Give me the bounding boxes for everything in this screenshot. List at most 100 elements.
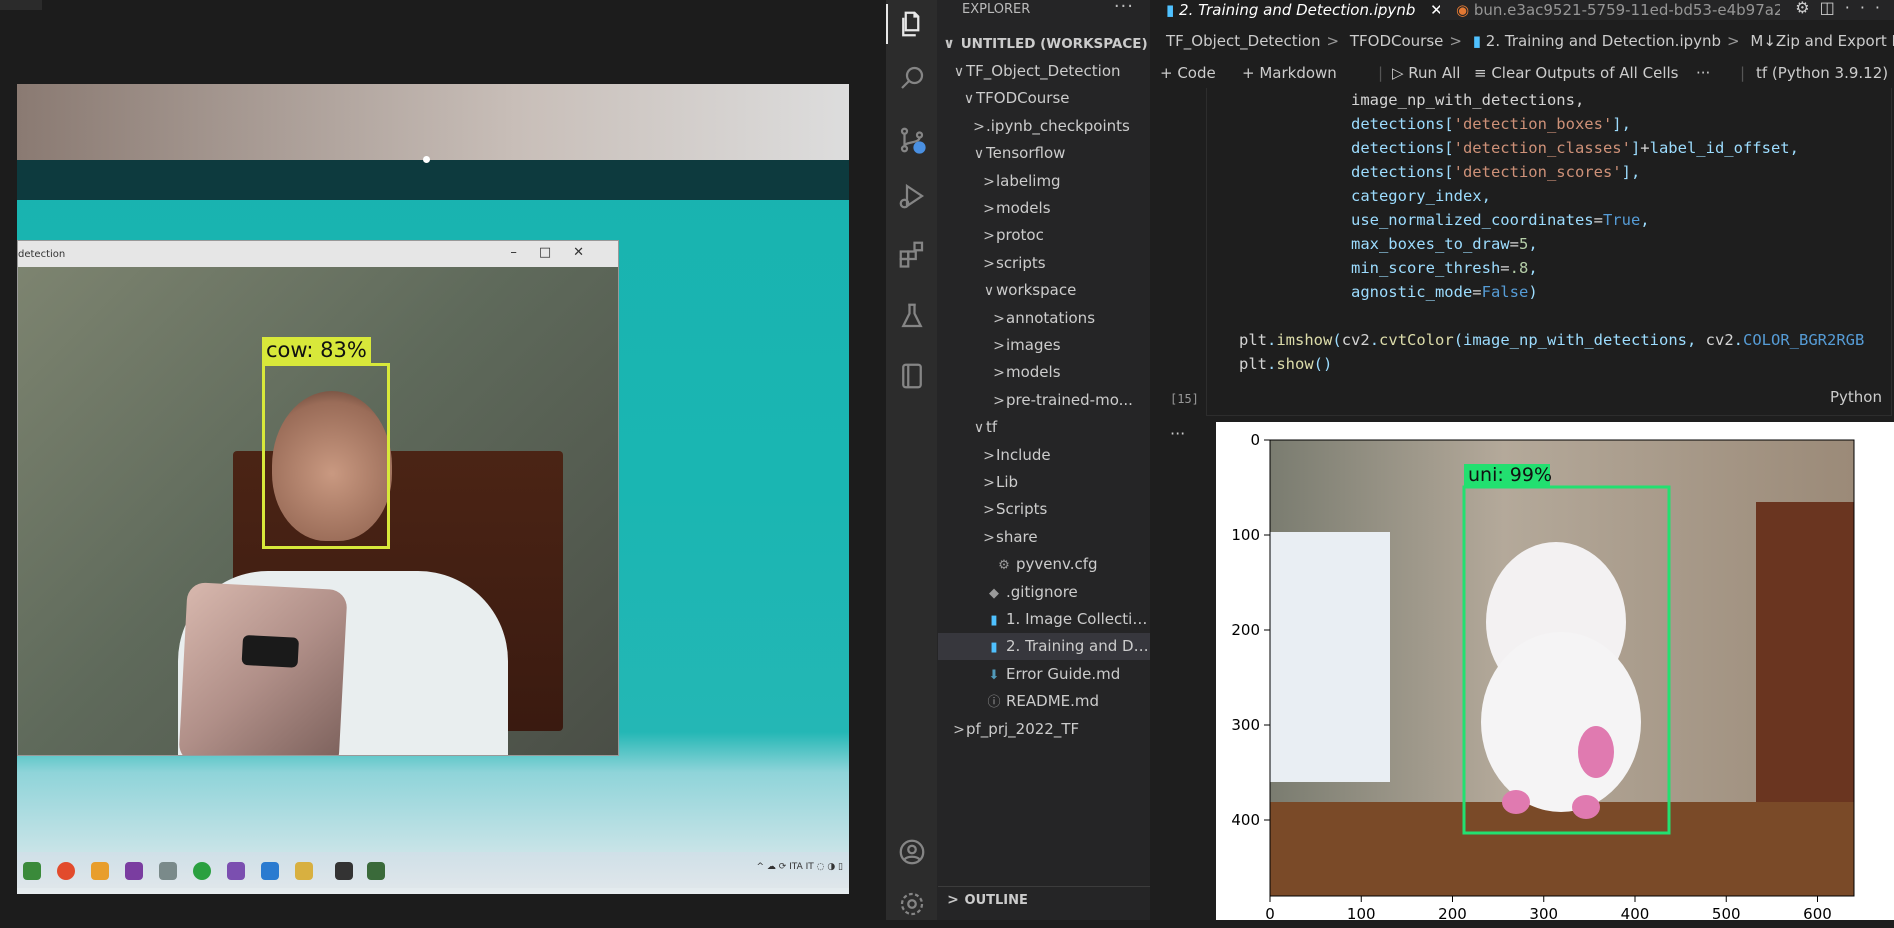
breadcrumb: TF_Object_Detection > TFODCourse > ▮ 2. Tr…	[1166, 32, 1894, 50]
taskbar-app-icon	[23, 862, 41, 880]
chevron-right-icon: >	[947, 892, 959, 908]
extensions-icon[interactable]	[886, 230, 938, 278]
y-tick-label: 0	[1250, 431, 1260, 449]
webcam-light	[423, 156, 430, 163]
camera-window-titlebar: detection –□✕	[18, 241, 618, 267]
tree-item-label: models	[996, 199, 1051, 217]
matplotlib-output: uni: 99% 0 100 200 300 400 500 600 0 100 200 300 4…	[1216, 422, 1894, 920]
taskbar-app-icon	[159, 862, 177, 880]
tree-item[interactable]: >labelimg	[938, 168, 1150, 195]
chevron-right-icon: >	[993, 392, 1005, 409]
chevron-right-icon: >	[983, 502, 995, 519]
tree-item[interactable]: ∨ TFODCourse	[938, 85, 1150, 112]
file-icon: ⓘ	[987, 695, 1001, 711]
chevron-down-icon: ∨	[953, 64, 965, 80]
run-debug-icon[interactable]	[886, 172, 938, 220]
source-control-icon[interactable]	[886, 116, 938, 164]
tree-item-label: scripts	[996, 253, 1046, 272]
tree-item[interactable]: >share	[938, 524, 1150, 551]
tree-item-label: annotations	[1006, 308, 1096, 327]
x-tick-label: 600	[1803, 905, 1832, 920]
add-markdown-cell-button[interactable]: + Markdown	[1242, 64, 1337, 82]
tree-item[interactable]: >Include	[938, 442, 1150, 469]
taskbar-app-icon	[91, 862, 109, 880]
x-tick-label: 200	[1438, 905, 1467, 920]
tree-item[interactable]: ⓘ README.md	[938, 688, 1150, 715]
tree-item-label: TFODCourse	[976, 89, 1070, 108]
testing-icon[interactable]	[886, 292, 938, 340]
tree-item[interactable]: >protoc	[938, 222, 1150, 249]
file-icon: ▮	[990, 613, 998, 628]
split-editor-icon[interactable]: ◫	[1820, 0, 1845, 17]
x-tick-label: 500	[1712, 905, 1741, 920]
search-icon[interactable]	[886, 54, 938, 102]
tree-item[interactable]: >models	[938, 195, 1150, 222]
notebook-icon[interactable]	[886, 352, 938, 400]
close-icon[interactable]: ✕	[1430, 1, 1440, 19]
outline-section[interactable]: > OUTLINE	[938, 886, 1150, 912]
account-icon[interactable]	[886, 828, 938, 876]
tree-item-label: .ipynb_checkpoints	[986, 116, 1130, 135]
code-cell[interactable]: image_np_with_detections, detections['de…	[1206, 88, 1892, 416]
tree-item-label: models	[1006, 363, 1061, 382]
tree-item[interactable]: >Scripts	[938, 496, 1150, 523]
chevron-right-icon: >	[983, 255, 995, 272]
output-more-icon[interactable]: ···	[1170, 424, 1185, 443]
tree-item[interactable]: ▮ 2. Training and Det...	[938, 633, 1150, 661]
file-icon: ⬇	[988, 667, 1000, 683]
y-axis: 0 100 200 300 400	[1231, 431, 1270, 829]
tree-item[interactable]: ⬇ Error Guide.md	[938, 661, 1150, 688]
tree-item[interactable]: >models	[938, 359, 1150, 386]
y-tick-label: 100	[1231, 526, 1260, 544]
detection-label: uni: 99%	[1468, 464, 1552, 486]
cell-code[interactable]: image_np_with_detections, detections['de…	[1239, 88, 1864, 376]
cell-language[interactable]: Python	[1830, 388, 1882, 406]
tree-item[interactable]: ◆ .gitignore	[938, 579, 1150, 606]
tree-item[interactable]: >pf_prj_2022_TF	[938, 716, 1150, 743]
tree-item[interactable]: >scripts	[938, 250, 1150, 277]
workspace-root[interactable]: ∨ UNTITLED (WORKSPACE)	[938, 31, 1150, 58]
explorer-icon[interactable]	[886, 0, 938, 48]
explorer-more-icon[interactable]: ···	[1114, 0, 1134, 17]
tree-item[interactable]: >.ipynb_checkpoints	[938, 113, 1150, 140]
taskbar-app-icon	[367, 862, 385, 880]
tree-item[interactable]: ⚙ pyvenv.cfg	[938, 551, 1150, 578]
add-code-cell-button[interactable]: + Code	[1160, 64, 1216, 82]
tree-item-label: Scripts	[996, 500, 1048, 519]
editor-area: ▮ 2. Training and Detection.ipynb ✕ ◉ bu…	[1150, 0, 1894, 920]
tree-item[interactable]: >Lib	[938, 469, 1150, 496]
x-tick-label: 400	[1621, 905, 1650, 920]
more-actions-icon[interactable]: ···	[1845, 0, 1890, 17]
chevron-right-icon: >	[983, 201, 995, 217]
tree-item-label: pyvenv.cfg	[1016, 555, 1098, 574]
clear-outputs-button[interactable]: ≡ Clear Outputs of All Cells	[1474, 64, 1678, 82]
tree-item[interactable]: ∨ Tensorflow	[938, 140, 1150, 167]
tree-item[interactable]: >pre-trained-mo...	[938, 387, 1150, 414]
tree-item-label: share	[996, 527, 1038, 546]
windows-taskbar: ^ ☁ ⟳ ITA IT ◌ ◑ ▯	[17, 852, 849, 888]
manage-gear-icon[interactable]	[886, 880, 938, 928]
tree-item[interactable]: ∨ TF_Object_Detection	[938, 58, 1150, 85]
run-all-button[interactable]: ▷ Run All	[1392, 64, 1460, 82]
settings-icon[interactable]: ⚙	[1795, 0, 1819, 17]
tree-item[interactable]: ▮ 1. Image Collection...	[938, 606, 1150, 633]
tab-training-notebook[interactable]: ▮ 2. Training and Detection.ipynb ✕	[1150, 0, 1440, 20]
chevron-down-icon: ∨	[983, 283, 995, 300]
taskbar-app-icon	[295, 862, 313, 880]
kernel-selector[interactable]: tf (Python 3.9.12)	[1756, 64, 1888, 82]
tab-bun-file[interactable]: ◉ bun.e3ac9521-5759-11ed-bd53-e4b97a2d8	[1440, 0, 1780, 20]
chevron-right-icon: >	[973, 118, 985, 135]
unicorn-body	[1481, 632, 1641, 812]
tree-item[interactable]: >annotations	[938, 305, 1150, 332]
tree-item-label: Lib	[996, 473, 1019, 491]
tree-item[interactable]: ∨ workspace	[938, 277, 1150, 304]
phone-in-hand	[178, 581, 348, 755]
toolbar-more-icon[interactable]: ···	[1696, 64, 1710, 82]
tree-item[interactable]: ∨ tf	[938, 414, 1150, 441]
tree-item[interactable]: >images	[938, 332, 1150, 359]
system-tray: ^ ☁ ⟳ ITA IT ◌ ◑ ▯	[756, 862, 843, 872]
webcam-photo-panel: detection –□✕ cow: 83% ^ ☁ ⟳ ITA IT ◌ ◑ …	[0, 0, 886, 920]
tree-item-label: protoc	[996, 226, 1044, 245]
x-axis: 0 100 200 300 400 500 600	[1265, 896, 1832, 920]
chevron-right-icon: >	[983, 447, 995, 464]
